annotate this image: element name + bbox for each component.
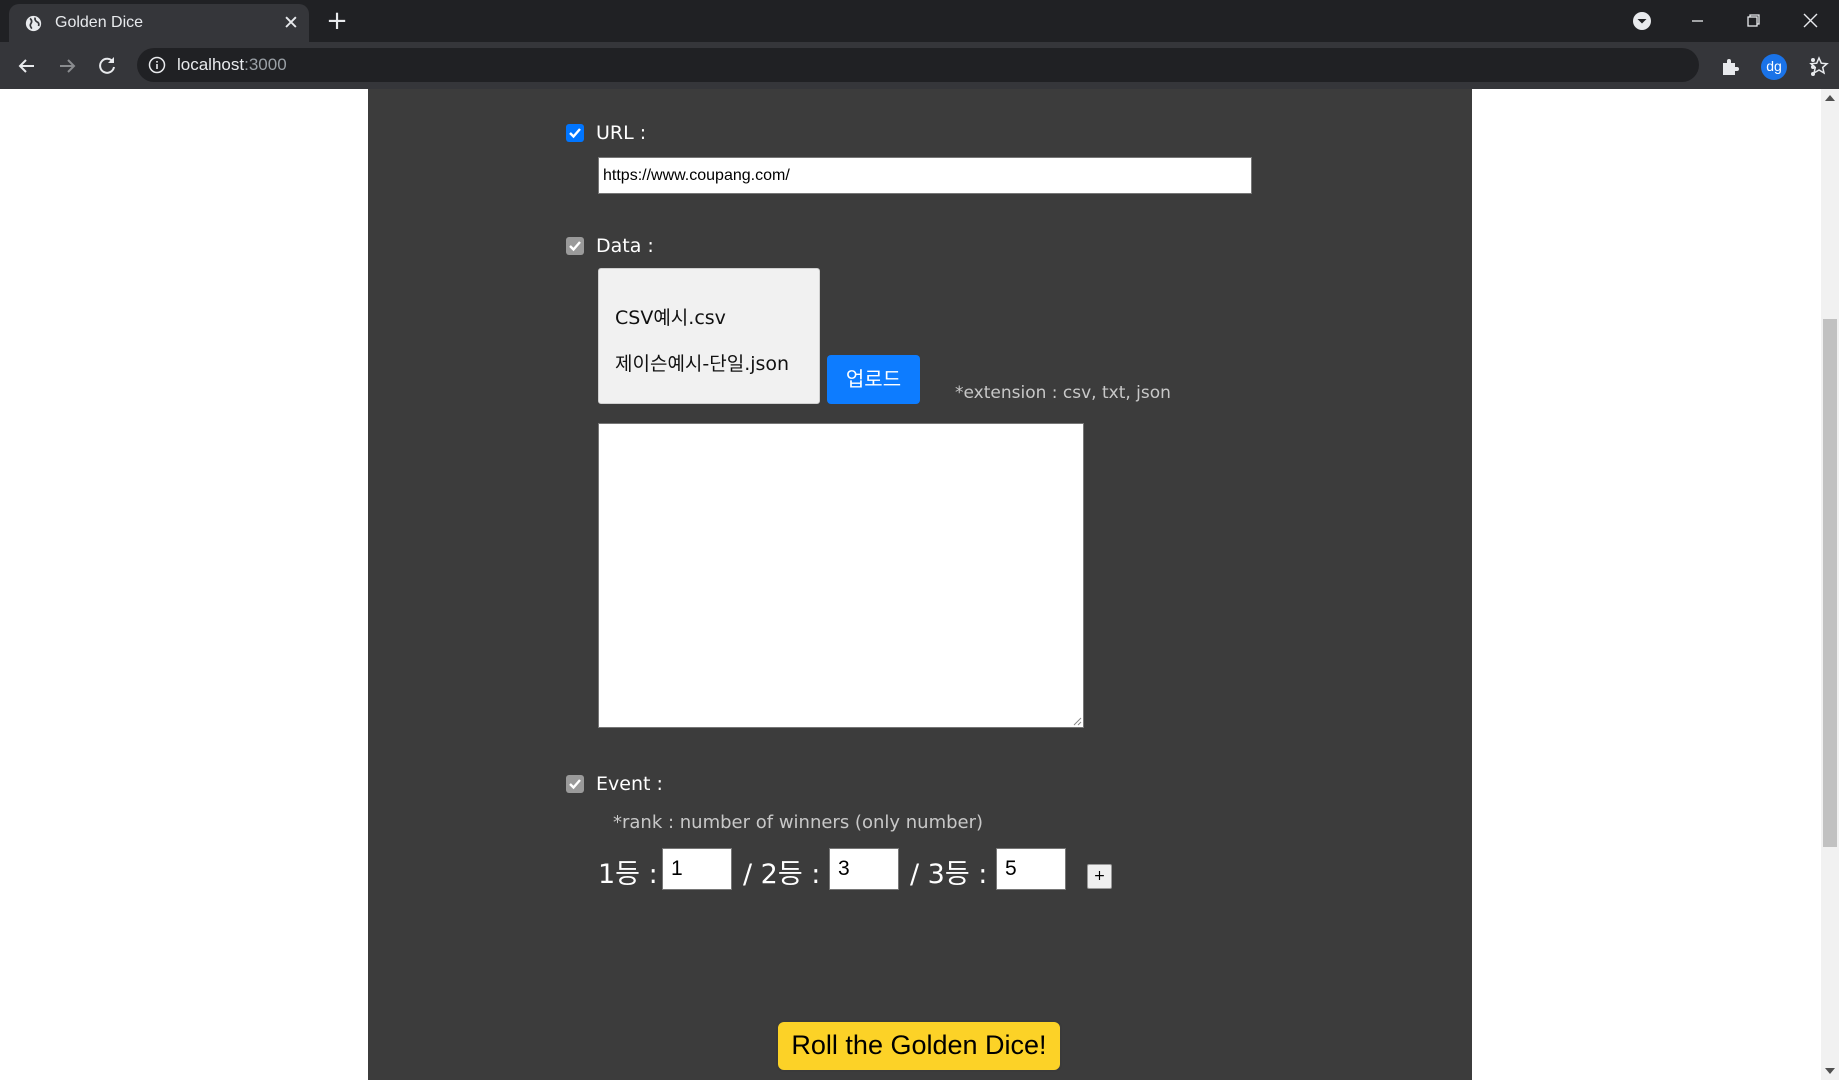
- file-list[interactable]: CSV예시.csv 제이슨예시-단일.json: [598, 268, 820, 404]
- url-text: localhost:3000: [177, 55, 287, 75]
- page-scrollbar[interactable]: [1821, 89, 1839, 1080]
- new-tab-button[interactable]: +: [324, 8, 350, 35]
- url-port: :3000: [244, 55, 287, 74]
- event-label: Event :: [596, 773, 663, 795]
- info-icon[interactable]: [148, 56, 166, 74]
- url-checkbox[interactable]: [566, 124, 584, 142]
- rank-3-label: / 3등 :: [910, 859, 988, 890]
- url-input[interactable]: [598, 157, 1252, 194]
- data-label: Data :: [596, 235, 654, 257]
- address-bar[interactable]: localhost:3000: [137, 48, 1829, 82]
- data-checkbox[interactable]: [566, 237, 584, 255]
- tab-title: Golden Dice: [55, 14, 144, 31]
- upload-button[interactable]: 업로드: [827, 355, 920, 404]
- back-arrow-icon[interactable]: [13, 52, 41, 80]
- file-item[interactable]: CSV예시.csv: [615, 303, 726, 330]
- add-rank-button[interactable]: +: [1087, 864, 1112, 889]
- close-window-icon[interactable]: [1790, 6, 1830, 36]
- globe-icon: [25, 15, 42, 32]
- scroll-up-arrow-icon[interactable]: [1825, 95, 1835, 101]
- scroll-down-arrow-icon[interactable]: [1825, 1068, 1835, 1074]
- rank-note: *rank : number of winners (only number): [613, 812, 984, 833]
- close-tab-icon[interactable]: ✕: [281, 13, 301, 33]
- more-menu-icon[interactable]: [1803, 54, 1823, 80]
- resize-handle-icon[interactable]: [1072, 716, 1082, 726]
- profile-avatar[interactable]: dg: [1761, 54, 1787, 80]
- browser-toolbar: localhost:3000 dg: [0, 42, 1839, 89]
- rank-3-input[interactable]: [996, 848, 1066, 890]
- data-textarea[interactable]: [598, 423, 1084, 728]
- reload-icon[interactable]: [93, 52, 121, 80]
- page-viewport: URL : Data : CSV예시.csv 제이슨예시-단일.json 업로드…: [0, 89, 1839, 1080]
- event-checkbox[interactable]: [566, 775, 584, 793]
- rank-1-label: 1등 :: [598, 859, 658, 890]
- extension-note: *extension : csv, txt, json: [955, 383, 1171, 403]
- minimize-icon[interactable]: [1677, 6, 1717, 36]
- url-label: URL :: [596, 122, 647, 144]
- rank-2-input[interactable]: [829, 848, 899, 890]
- roll-dice-button[interactable]: Roll the Golden Dice!: [776, 1020, 1062, 1072]
- restore-icon[interactable]: [1733, 6, 1773, 36]
- rank-1-input[interactable]: [662, 848, 732, 890]
- scroll-thumb[interactable]: [1823, 319, 1837, 847]
- browser-tab[interactable]: Golden Dice ✕: [9, 4, 309, 42]
- checkmark-icon: [569, 241, 581, 252]
- browser-tab-strip: Golden Dice ✕ +: [0, 0, 1839, 42]
- forward-arrow-icon[interactable]: [53, 52, 81, 80]
- extensions-puzzle-icon[interactable]: [1720, 56, 1742, 78]
- rank-2-label: / 2등 :: [743, 859, 821, 890]
- checkmark-icon: [569, 779, 581, 790]
- checkmark-icon: [569, 128, 581, 139]
- tab-search-icon[interactable]: [1630, 9, 1654, 33]
- url-host: localhost: [177, 55, 245, 74]
- file-item[interactable]: 제이슨예시-단일.json: [615, 349, 789, 376]
